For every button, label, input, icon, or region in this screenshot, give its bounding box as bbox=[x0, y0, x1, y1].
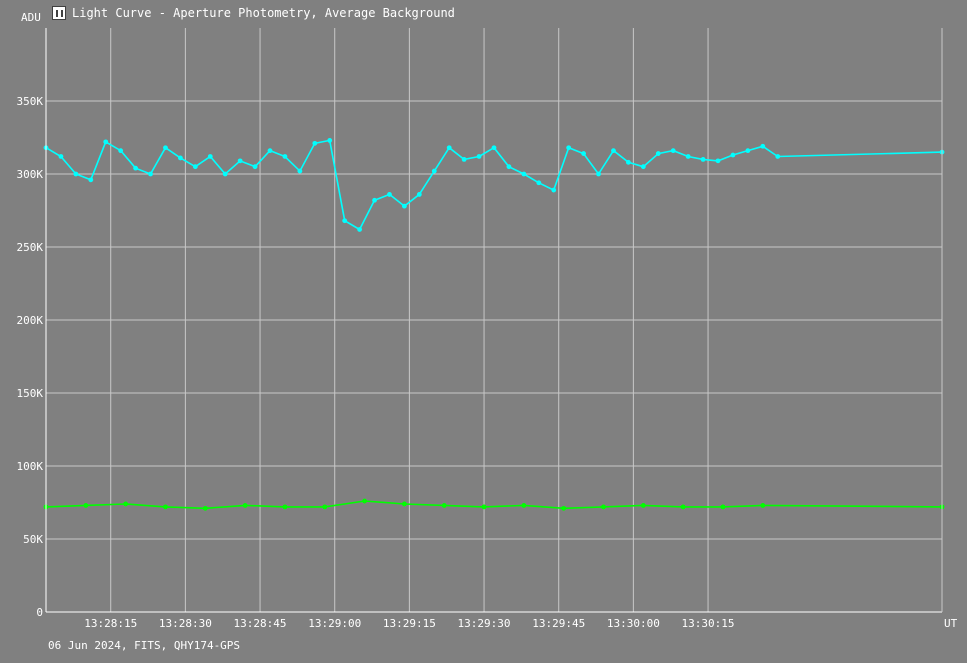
series-1-point bbox=[178, 155, 183, 161]
y-tick-label: 150K bbox=[17, 387, 44, 400]
series-1-point bbox=[252, 164, 258, 170]
y-tick-label: 100K bbox=[17, 460, 44, 473]
x-axis-label: UT bbox=[944, 617, 958, 630]
series-1-point bbox=[536, 180, 542, 186]
series-1-point bbox=[88, 177, 94, 183]
series-1-point bbox=[700, 157, 706, 162]
series-2-point bbox=[242, 503, 248, 508]
series-2-point bbox=[561, 505, 567, 511]
series-1-point bbox=[506, 164, 512, 170]
x-tick-label: 13:28:30 bbox=[159, 617, 212, 630]
x-tick-label: 13:30:00 bbox=[607, 617, 660, 630]
series-1-point bbox=[327, 138, 333, 143]
series-1-point bbox=[372, 197, 377, 203]
y-tick-label: 200K bbox=[17, 314, 44, 327]
series-1-point bbox=[491, 145, 497, 151]
x-tick-label: 13:29:30 bbox=[458, 617, 511, 630]
series-2-point bbox=[83, 503, 89, 508]
light-curve-chart: 0 50K 100K 150K 200K 250K 300K 350K 13:28:15 13:2… bbox=[17, 11, 958, 630]
series-2-point bbox=[760, 503, 766, 508]
x-tick-label: 13:28:45 bbox=[234, 617, 287, 630]
y-tick-label: 0 bbox=[36, 606, 43, 619]
series-1-point bbox=[461, 157, 467, 162]
series-1-point bbox=[715, 158, 721, 164]
series-1-point bbox=[133, 165, 139, 171]
series-1-point bbox=[670, 148, 676, 154]
series-1-point bbox=[626, 159, 631, 165]
x-tick-label: 13:29:15 bbox=[383, 617, 436, 630]
series-2-point bbox=[362, 498, 367, 504]
series-1-point bbox=[745, 148, 751, 154]
y-tick-label: 350K bbox=[17, 95, 44, 108]
series-2-point bbox=[123, 501, 129, 507]
series-2-point bbox=[202, 505, 208, 511]
series-1-point bbox=[730, 152, 736, 158]
x-tick-label: 13:29:00 bbox=[308, 617, 361, 630]
footer-note: 06 Jun 2024, FITS, QHY174-GPS bbox=[48, 639, 241, 652]
series-2-point bbox=[481, 504, 487, 510]
series-1-point bbox=[431, 168, 437, 174]
series-1-point bbox=[237, 158, 243, 164]
series-1-point bbox=[655, 151, 661, 156]
series-1-point bbox=[685, 154, 691, 159]
series-1-point bbox=[640, 164, 646, 170]
series-1-point bbox=[297, 168, 303, 174]
y-tick-label: 50K bbox=[23, 533, 43, 546]
series-1-point bbox=[73, 171, 79, 177]
series-1-point bbox=[222, 171, 228, 177]
series-1-point bbox=[207, 154, 213, 159]
series-1-point bbox=[58, 154, 64, 159]
series-2-point bbox=[680, 504, 686, 510]
series-1-point bbox=[312, 140, 318, 146]
series-1-point bbox=[446, 145, 452, 151]
x-tick-label: 13:28:15 bbox=[84, 617, 137, 630]
series-2-point bbox=[402, 501, 407, 507]
series-1-point bbox=[476, 154, 482, 159]
y-tick-label: 300K bbox=[17, 168, 44, 181]
series-2-point bbox=[720, 504, 726, 510]
series-1-point bbox=[387, 192, 392, 197]
series-2-point bbox=[441, 503, 447, 508]
y-tick-label: 250K bbox=[17, 241, 44, 254]
series-1-point bbox=[551, 187, 557, 193]
series-2-point bbox=[601, 504, 606, 510]
series-1-point bbox=[521, 171, 527, 177]
y-axis-label: ADU bbox=[21, 11, 41, 24]
series-1-point bbox=[775, 154, 781, 159]
series-1-point bbox=[611, 148, 616, 154]
x-tick-label: 13:29:45 bbox=[532, 617, 585, 630]
series-1-point bbox=[103, 139, 109, 145]
series-1-point bbox=[416, 192, 422, 197]
series-1-point bbox=[192, 164, 198, 170]
series-1-point bbox=[282, 154, 288, 159]
series-1-point bbox=[148, 171, 153, 177]
series-1-point bbox=[357, 227, 362, 232]
series-1-point bbox=[566, 145, 572, 151]
series-2-point bbox=[282, 504, 288, 510]
series-2-point bbox=[521, 503, 527, 508]
x-tick-label: 13:30:15 bbox=[682, 617, 735, 630]
series-1-point bbox=[342, 218, 348, 224]
series-2-point bbox=[640, 503, 646, 508]
series-2-point bbox=[322, 504, 328, 510]
series-1-point bbox=[581, 151, 586, 156]
series-1-point bbox=[402, 203, 407, 209]
series-1-point bbox=[760, 143, 766, 149]
series-2-point bbox=[163, 504, 168, 510]
series-1-point bbox=[267, 148, 273, 154]
series-1-point bbox=[118, 148, 124, 154]
series-1-point bbox=[163, 145, 168, 151]
series-1-point bbox=[596, 171, 601, 177]
